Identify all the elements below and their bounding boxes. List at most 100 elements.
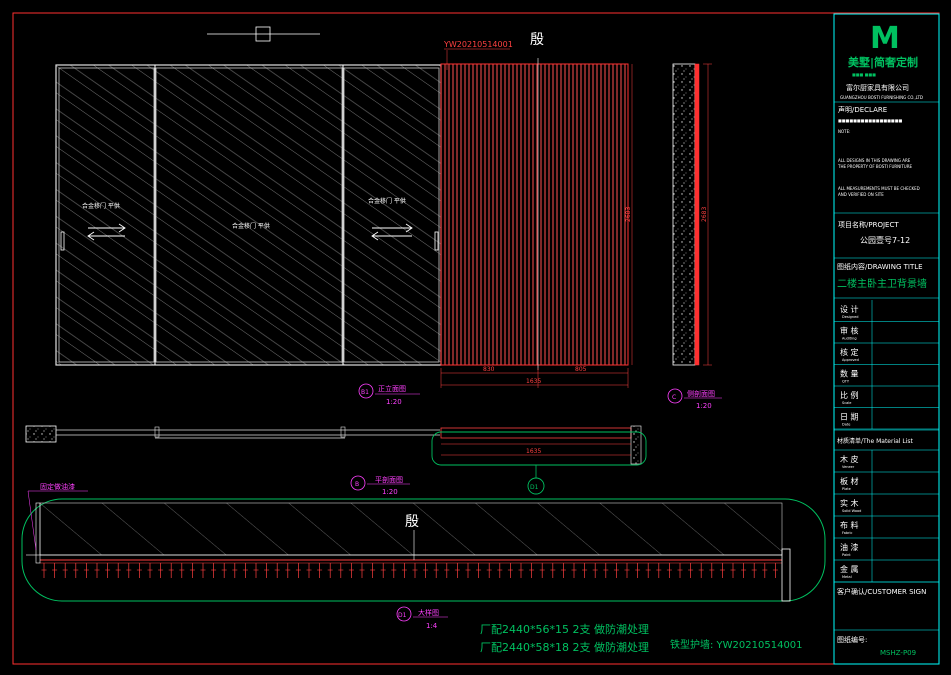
note-line-1: 厂配2440*56*15 2支 做防潮处理 [480,622,649,636]
row-label-cn: 木 皮 [840,454,859,464]
slat-profile [105,563,111,578]
slat-profile [41,563,47,578]
slat-profile [179,563,185,578]
slat-profile [550,563,556,578]
slat-profile [454,563,460,578]
slat-profile [380,563,386,578]
door-elevation: 合金移门 平供 合金移门 平供 合金移门 平供 [55,64,442,366]
row-label-cn: 日 期 [840,413,859,422]
side-circle-text: C [672,394,676,401]
slat-profile [688,563,694,578]
slat-profile [391,563,397,578]
slat-profile [709,563,715,578]
slat-profile [232,563,238,578]
slat-profile [62,563,68,578]
wood-slat-panel: YW20210514001 殷 2683 830 805 1635 [440,32,633,388]
slat-profile [401,563,407,578]
slat-profile [264,563,270,578]
row-label-cn: 实 木 [840,498,859,508]
row-label-cn: 核 定 [840,347,859,357]
panel-height-dim: 2683 [625,207,632,222]
slat-profile [741,563,747,578]
slat-profile [656,563,662,578]
slat-profile [253,563,259,578]
slat-profile [136,563,142,578]
project-value: 公园壹号7-12 [860,235,910,245]
row-label-cn: 板 材 [840,476,859,486]
side-height-dim: 2683 [701,207,708,222]
side-title: 侧剖面图 [687,389,715,398]
slat-profile [698,563,704,578]
door-label-right: 合金移门 平供 [368,197,406,205]
slat-profile [571,563,577,578]
plan-title: 平剖面图 [375,475,403,484]
slat-profile [200,563,206,578]
slat-profile [306,563,312,578]
side-section: 2683 [672,63,712,366]
row-label-en: QTY [842,380,850,384]
row-label-en: Paint [842,553,851,557]
declare-line-3: ALL DESIGNS IN THIS DRAWING ARE [838,158,911,163]
slat-profile [645,563,651,578]
slat-profile [529,563,535,578]
row-label-cn: 审 核 [840,326,859,336]
declare-line-1: ■■■■■■■■■■■■■■■■■ [838,118,902,123]
detail-title: 大样图 [418,608,439,617]
slat-profile [433,563,439,578]
row-label-cn: 比 例 [840,390,859,400]
brand-logo: M 美墅|简奢定制 ■■■ ■■■ [848,21,918,77]
slat-profile [52,563,58,578]
detail-circle-text: D1 [398,612,407,619]
slat-profile [635,563,641,578]
declare-line-4: THE PROPERTY OF BOSTI FURNITURE [837,164,912,169]
signoff-rows: 设 计Designed 审 核Auditing 核 定Approved 数 量QTY 比… [834,300,939,430]
logo-sub: ■■■ ■■■ [852,72,876,77]
slat-profile [83,563,89,578]
slat-profile [666,563,672,578]
drawing-value: 二楼主卧主卫背景墙 [837,277,927,290]
slat-profile [285,563,291,578]
slat-profile [497,563,503,578]
row-label-en: Veneer [842,465,855,469]
plan-dim: 1635 [526,448,541,455]
slat-profile [338,563,344,578]
row-label-en: Date [842,423,850,427]
elev-circle-text: B1 [361,389,369,396]
slat-profile [94,563,100,578]
title-block: M 美墅|简奢定制 ■■■ ■■■ 富尔厨家具有限公司 GUANGZHOU BO… [833,13,940,665]
slat-row [41,563,778,578]
slat-profile [370,563,376,578]
declare-line-5: ALL MEASUREMENTS MUST BE CHECKED [838,186,920,191]
detail-note: 固定做油漆 [40,482,75,491]
row-label-en: Auditing [842,337,857,341]
slat-profile [476,563,482,578]
slat-profile [613,563,619,578]
slat-profile [592,563,598,578]
row-label-en: Fabric [842,531,852,535]
declare-line-6: AND VERIFIED ON SITE [838,192,884,197]
slat-profile [221,563,227,578]
slat-profile [73,563,79,578]
slat-profile [327,563,333,578]
slat-profile [507,563,513,578]
slat-profile [603,563,609,578]
slat-profile [158,563,164,578]
slat-profile [359,563,365,578]
logo-text: 美墅|简奢定制 [848,55,918,69]
slat-profile [295,563,301,578]
client-label: 客户确认/CUSTOMER SIGN [837,587,926,596]
row-label-cn: 布 料 [840,520,859,530]
slat-profile [444,563,450,578]
sketch-mark-top: 殷 [530,32,544,48]
detail-view-label: D1 大样图 1:4 [396,606,448,630]
detail-view: 殷 固定做油漆 [21,482,826,602]
slat-profile [751,563,757,578]
slat-profile [762,563,768,578]
dim-left: 830 [483,366,495,373]
cad-drawing-canvas: 合金移门 平供 合金移门 平供 合金移门 平供 YW20210514001 殷 … [12,12,940,665]
row-label-en: Plate [842,487,851,491]
slat-profile [730,563,736,578]
drawing-label: 图纸内容/DRAWING TITLE [837,262,923,271]
plan-section: 1635 D1 [25,425,647,495]
slat-profile [465,563,471,578]
